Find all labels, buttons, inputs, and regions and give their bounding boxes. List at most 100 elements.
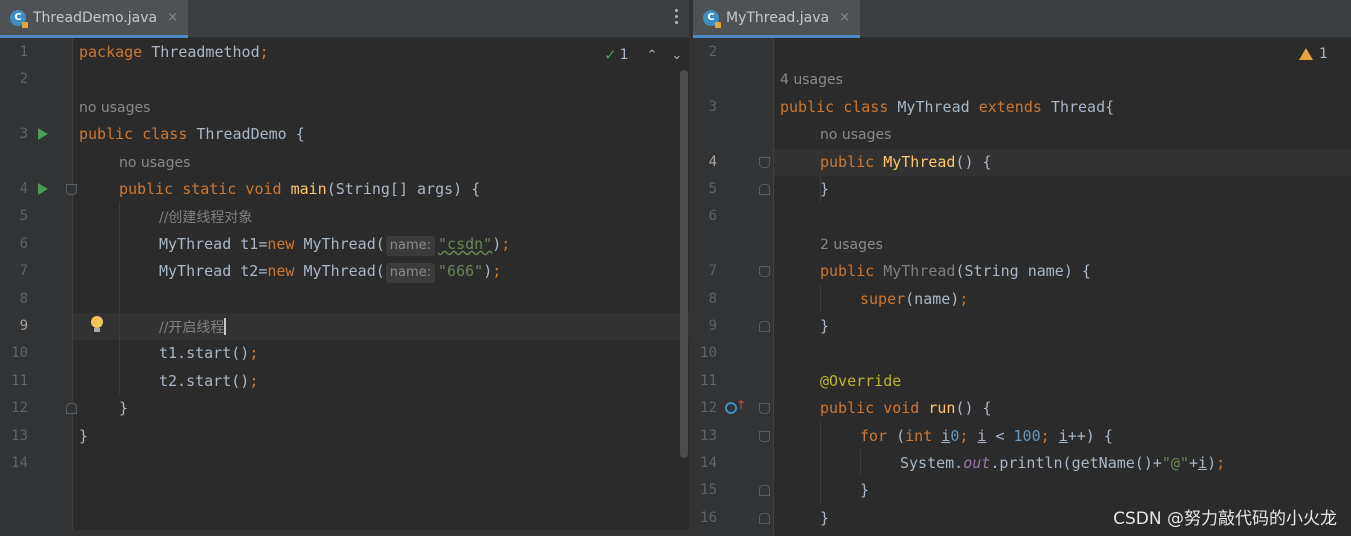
code-line[interactable]: super(name); [774,286,1351,313]
line-number[interactable]: 6 [0,236,28,252]
run-icon[interactable] [38,128,48,141]
code-text[interactable]: MyThread t2=new MyThread(name: "666"); [159,262,501,284]
line-number[interactable]: 9 [0,318,28,334]
lightbulb-icon[interactable] [91,316,103,332]
run-icon[interactable] [38,183,48,195]
code-line[interactable]: } [73,423,689,450]
gutter-row[interactable]: 11 [0,368,72,395]
gutter-row[interactable]: 10 [0,340,72,367]
gutter-row[interactable] [693,66,773,93]
code-line[interactable]: } [774,477,1351,504]
line-number[interactable]: 3 [0,126,28,142]
code-line[interactable]: } [774,313,1351,340]
gutter-row[interactable] [0,149,72,176]
usage-hint-row[interactable]: no usages [774,121,1351,148]
gutter-row[interactable]: 13 [0,423,72,450]
code-text[interactable]: public class ThreadDemo { [79,125,305,143]
usage-hint[interactable]: no usages [820,127,891,143]
line-number[interactable]: 14 [693,455,717,471]
gutter-row[interactable]: 10 [693,340,773,367]
code-text[interactable]: public void run() { [820,399,992,417]
code-line[interactable]: } [774,176,1351,203]
line-number[interactable]: 8 [0,291,28,307]
code-text[interactable]: public MyThread(String name) { [820,262,1091,280]
code-text[interactable]: t2.start(); [159,372,258,390]
code-text[interactable]: } [119,399,128,417]
code-line[interactable]: package Threadmethod; [73,39,689,66]
left-editor[interactable]: 1 2 3 4 5 6 7 8 9 10 11 12 13 14 package Threadmethod… [0,38,689,536]
code-text[interactable]: } [820,180,829,198]
line-number[interactable]: 5 [693,181,717,197]
fold-open-icon[interactable] [759,430,770,442]
gutter-row[interactable]: 4 [693,149,773,176]
code-line[interactable]: //创建线程对象 [73,203,689,230]
nav-arrows-icon[interactable]: ⌃⌄ [647,48,690,63]
code-text[interactable]: package Threadmethod; [79,43,269,61]
code-text[interactable]: for (int i0; i < 100; i++) { [860,427,1113,445]
gutter-row[interactable]: 6 [0,231,72,258]
right-editor[interactable]: 2 3 4 5 6 7 8 9 10 11 12 ↑ 13 14 15 16 4 usages public c… [693,38,1351,536]
close-icon[interactable]: × [839,10,850,25]
line-number[interactable]: 12 [693,400,717,416]
gutter-row[interactable]: 4 [0,176,77,203]
gutter-row[interactable]: 5 [693,176,773,203]
code-line[interactable]: for (int i0; i < 100; i++) { [774,423,1351,450]
gutter-row[interactable]: 14 [0,450,72,477]
gutter-row[interactable]: 3 [0,121,72,148]
right-code-area[interactable]: 4 usages public class MyThread extends Th… [774,38,1351,536]
code-line[interactable]: public MyThread() { [774,148,1351,176]
fold-close-icon[interactable] [759,485,770,497]
code-line[interactable]: public class MyThread extends Thread{ [774,94,1351,121]
tab-mythread[interactable]: C MyThread.java × [693,0,861,38]
right-gutter[interactable]: 2 3 4 5 6 7 8 9 10 11 12 ↑ 13 14 15 16 [693,38,774,536]
usage-hint-row[interactable]: 4 usages [774,66,1351,93]
fold-open-icon[interactable] [759,266,770,278]
code-line[interactable] [774,340,1351,367]
usage-hint[interactable]: no usages [79,100,150,116]
code-text[interactable]: super(name); [860,290,968,308]
gutter-row[interactable]: 8 [0,286,72,313]
fold-close-icon[interactable] [759,184,770,195]
gutter-row[interactable]: 13 [693,423,773,450]
usage-hint[interactable]: 4 usages [780,72,843,88]
code-text[interactable]: //开启线程 [159,317,227,337]
code-text[interactable]: //创建线程对象 [159,207,252,227]
code-text[interactable]: } [79,427,88,445]
line-number[interactable]: 14 [0,455,28,471]
line-number[interactable]: 8 [693,291,717,307]
code-text[interactable]: MyThread t1=new MyThread(name: "csdn"); [159,235,510,256]
gutter-row[interactable]: 7 [693,258,773,285]
line-number[interactable]: 12 [0,400,28,416]
code-line[interactable]: @Override [774,368,1351,395]
gutter-row[interactable]: 8 [693,286,773,313]
line-number[interactable]: 10 [0,345,28,361]
gutter-row[interactable]: 9 [0,313,72,340]
close-icon[interactable]: × [167,10,178,25]
code-text[interactable]: System.out.println(getName()+"@"+i); [900,454,1225,472]
left-gutter[interactable]: 1 2 3 4 5 6 7 8 9 10 11 12 13 14 [0,38,77,536]
usage-hint-row[interactable]: 2 usages [774,231,1351,258]
code-line[interactable]: t1.start(); [73,340,689,367]
code-line[interactable]: MyThread t1=new MyThread(name: "csdn"); [73,231,689,258]
code-line[interactable] [73,286,689,313]
gutter-row[interactable] [693,231,773,258]
code-line[interactable]: public MyThread(String name) { [774,258,1351,285]
gutter-row[interactable]: 11 [693,368,773,395]
line-number[interactable]: 2 [0,71,28,87]
vertical-scrollbar[interactable] [680,70,688,458]
inspection-status[interactable]: 1 [1299,46,1328,62]
gutter-row[interactable]: 12 [0,395,77,422]
code-line[interactable] [774,39,1351,66]
line-number[interactable]: 15 [693,482,717,498]
line-number[interactable]: 7 [693,263,717,279]
left-code-area[interactable]: package Threadmethod; no usages public cla… [73,38,689,536]
line-number[interactable]: 1 [0,44,28,60]
code-line[interactable]: t2.start(); [73,368,689,395]
line-number[interactable]: 13 [0,428,28,444]
code-line[interactable] [73,66,689,93]
code-text[interactable]: public static void main(String[] args) { [119,180,480,198]
fold-open-icon[interactable] [759,403,770,415]
line-number[interactable]: 16 [693,510,717,526]
code-line[interactable]: public void run() { [774,395,1351,422]
code-text[interactable]: public class MyThread extends Thread{ [780,98,1114,116]
